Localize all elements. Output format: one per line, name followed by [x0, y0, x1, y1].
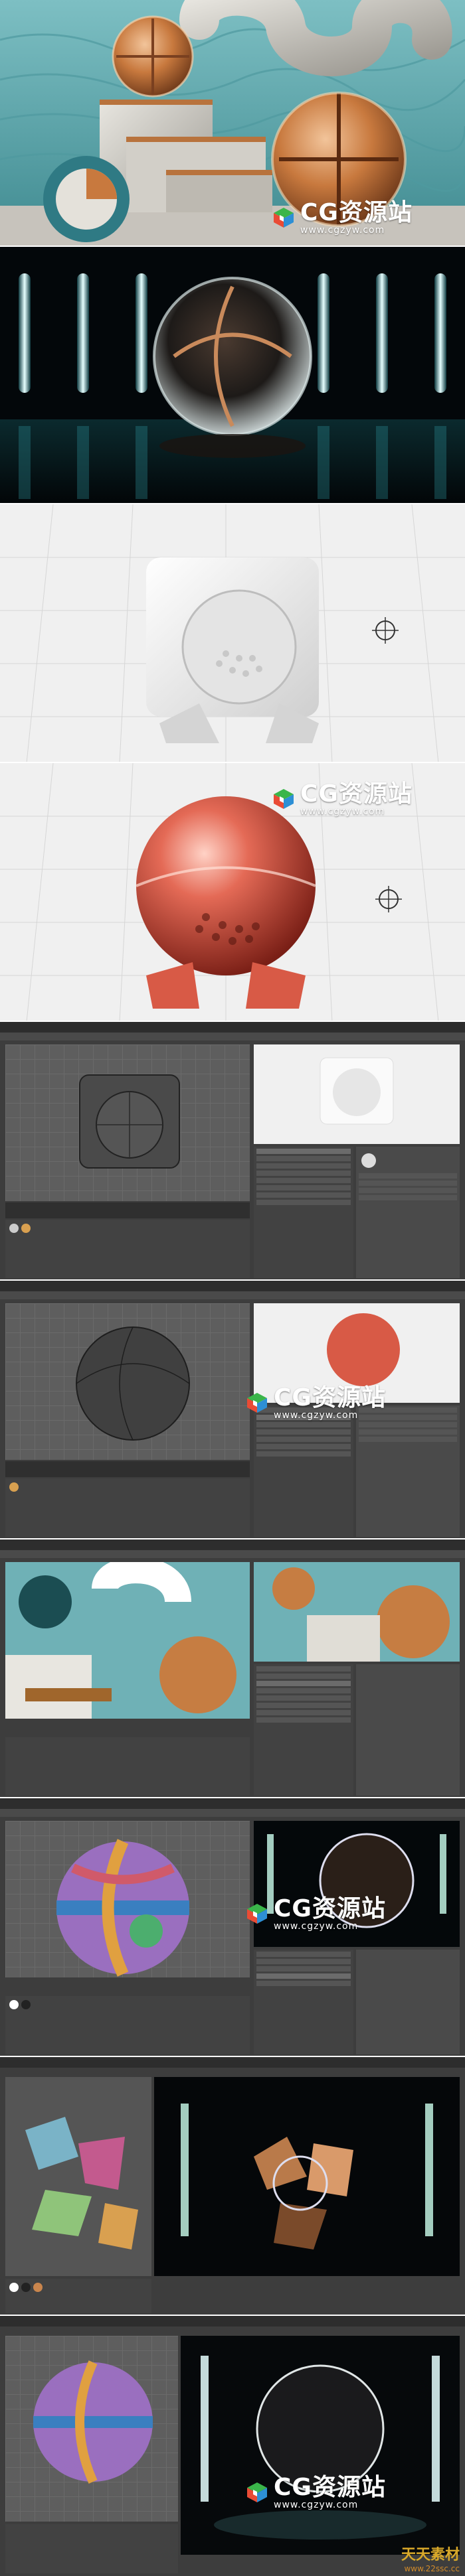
menu-bar[interactable]	[0, 1291, 465, 1299]
material-manager[interactable]	[5, 1478, 250, 1537]
render-glass-ball	[0, 247, 465, 504]
watermark-url: www.cgzyw.com	[300, 224, 385, 236]
watermark: CG资源站 www.cgzyw.com	[246, 2475, 386, 2510]
material-manager[interactable]	[5, 2524, 178, 2573]
attribute-manager[interactable]	[356, 1950, 460, 2054]
material-swatch[interactable]	[21, 1224, 31, 1233]
window-titlebar	[0, 2057, 465, 2068]
uv-sphere	[33, 2360, 153, 2484]
object-manager[interactable]	[254, 1147, 353, 1278]
render-preview	[254, 1044, 460, 1144]
cg-logo-icon	[247, 2482, 267, 2503]
watermark-url: www.cgzyw.com	[274, 1920, 359, 1932]
watermark-brand: CG资源站	[300, 199, 413, 226]
material-swatch[interactable]	[9, 1224, 19, 1233]
cg-logo-icon	[274, 208, 294, 228]
watermark: CG资源站 www.cgzyw.com	[246, 1896, 386, 1931]
material-preview	[361, 1153, 376, 1168]
watermark-url: www.cgzyw.com	[300, 806, 385, 817]
uv-sphere	[56, 1839, 189, 1977]
timeline[interactable]	[5, 1202, 250, 1218]
render-teal-scene: CG资源站 www.cgzyw.com	[0, 0, 465, 247]
watermark-url: www.cgzyw.com	[274, 2499, 359, 2510]
attribute-manager[interactable]	[356, 1664, 460, 1796]
viewport[interactable]	[5, 1557, 250, 1719]
watermark-brand: CG资源站	[274, 1895, 386, 1922]
render-preview	[254, 1562, 460, 1662]
window-titlebar	[0, 1022, 465, 1033]
render-white-cube	[0, 504, 465, 763]
render-window	[181, 2336, 460, 2555]
material-swatch[interactable]	[9, 2283, 19, 2292]
watermark-url: www.cgzyw.com	[274, 1409, 359, 1421]
material-manager[interactable]	[5, 1737, 250, 1796]
white-cube-art	[0, 504, 465, 762]
window-titlebar	[0, 2316, 465, 2326]
attribute-manager[interactable]	[356, 1147, 460, 1278]
timeline[interactable]	[5, 1461, 250, 1477]
software-screenshot-sphere: CG资源站 www.cgzyw.com	[0, 1281, 465, 1539]
material-manager[interactable]	[5, 1996, 250, 2054]
menu-bar[interactable]	[0, 1033, 465, 1040]
software-screenshot-uv: CG资源站 www.cgzyw.com	[0, 1798, 465, 2057]
window-titlebar	[0, 1539, 465, 1550]
menu-bar[interactable]	[0, 1809, 465, 1817]
viewport[interactable]	[5, 2077, 151, 2276]
watermark-brand: CG资源站	[274, 2474, 386, 2501]
window-titlebar	[0, 1798, 465, 1809]
software-screenshot-glass: CG资源站 www.cgzyw.com 天天素材 www.22ssc.cc	[0, 2316, 465, 2576]
wire-sphere	[76, 1326, 190, 1441]
object-manager[interactable]	[254, 1405, 353, 1537]
material-swatch[interactable]	[33, 2283, 43, 2292]
watermark: CG资源站 www.cgzyw.com	[272, 200, 413, 235]
material-manager[interactable]	[5, 2279, 151, 2313]
software-screenshot-cube	[0, 1022, 465, 1281]
material-manager[interactable]	[5, 1220, 250, 1278]
material-swatch[interactable]	[9, 1482, 19, 1492]
object-manager[interactable]	[254, 1664, 353, 1796]
material-swatch[interactable]	[21, 2283, 31, 2292]
wire-cube	[79, 1074, 180, 1169]
render-red-sphere: CG资源站 www.cgzyw.com	[0, 763, 465, 1022]
watermark-brand: CG资源站	[274, 1384, 386, 1411]
cg-logo-icon	[247, 1393, 267, 1413]
watermark: CG资源站 www.cgzyw.com	[246, 1386, 386, 1420]
cg-logo-icon	[247, 1904, 267, 1924]
render-window	[154, 2077, 460, 2276]
watermark-brand: CG资源站	[300, 780, 413, 808]
footer-url: www.22ssc.cc	[404, 2564, 460, 2573]
software-screenshot-shatter	[0, 2057, 465, 2316]
glass-ball-art	[0, 247, 465, 503]
object-manager[interactable]	[254, 1950, 353, 2054]
watermark: CG资源站 www.cgzyw.com	[272, 782, 413, 816]
material-swatch[interactable]	[9, 2000, 19, 2009]
footer-brand: 天天素材	[401, 2546, 460, 2563]
menu-bar[interactable]	[0, 1550, 465, 1558]
cg-logo-icon	[274, 789, 294, 810]
attribute-manager[interactable]	[356, 1405, 460, 1537]
software-screenshot-teal	[0, 1539, 465, 1798]
window-titlebar	[0, 1281, 465, 1291]
material-swatch[interactable]	[21, 2000, 31, 2009]
